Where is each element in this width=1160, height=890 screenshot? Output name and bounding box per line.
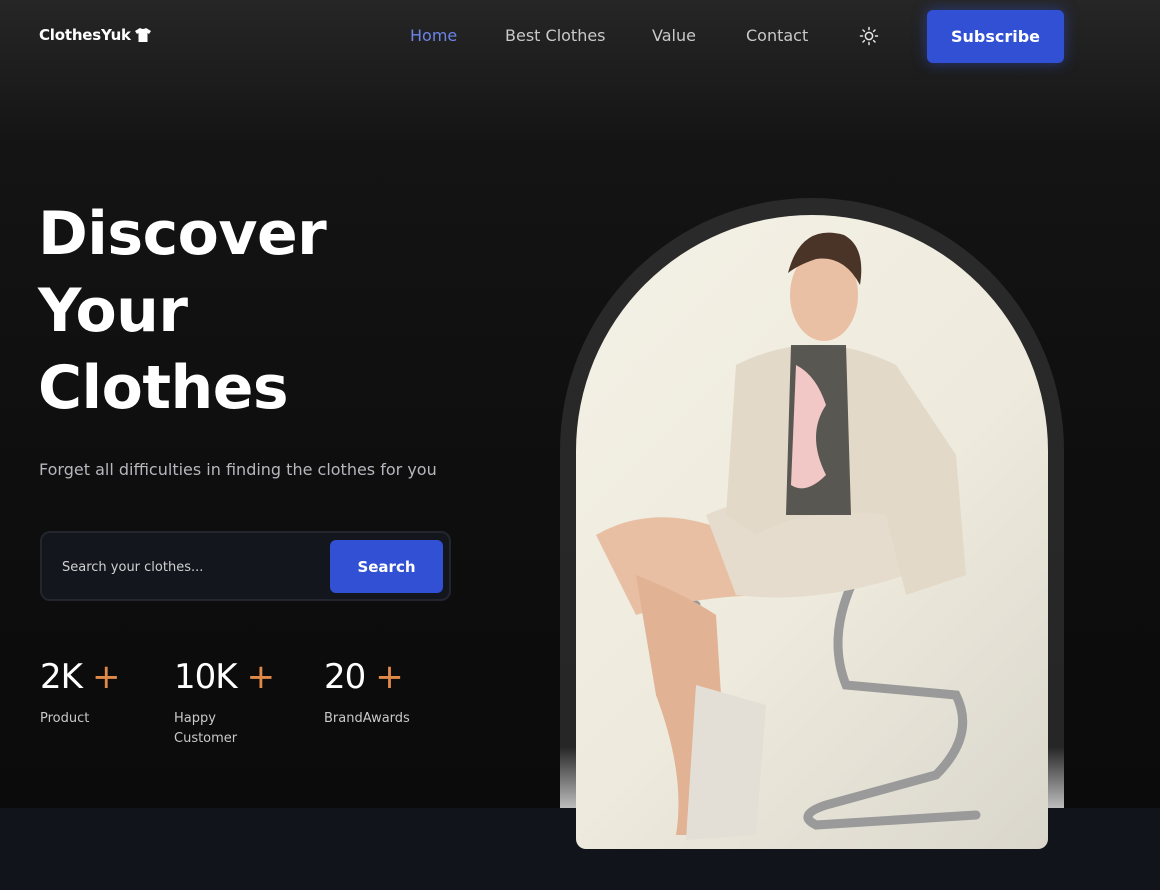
tshirt-icon — [134, 28, 151, 42]
search-input[interactable] — [62, 553, 322, 581]
stat-label: Happy Customer — [174, 711, 238, 746]
nav-link-home[interactable]: Home — [410, 26, 457, 45]
brand-logo[interactable]: ClothesYuk — [39, 26, 151, 44]
hero-model-photo — [576, 215, 1048, 849]
headline-line-2: Your — [38, 276, 188, 346]
stat-label: Product — [40, 711, 90, 726]
hero-subtitle: Forget all difficulties in finding the c… — [39, 460, 437, 479]
subscribe-button[interactable]: Subscribe — [927, 10, 1064, 63]
search-button[interactable]: Search — [330, 540, 443, 593]
stat-value: 2K + — [40, 657, 120, 697]
headline-line-3: Clothes — [38, 353, 289, 423]
stat-happy-customer: 10K + Happy Customer — [174, 657, 275, 749]
logo-text: ClothesYuk — [39, 26, 131, 44]
stat-value: 10K + — [174, 657, 275, 697]
sun-icon[interactable] — [859, 26, 879, 46]
stat-product: 2K + Product — [40, 657, 120, 729]
stat-label: BrandAwards — [324, 711, 410, 726]
search-bar: Search — [40, 531, 451, 601]
nav-link-contact[interactable]: Contact — [746, 26, 808, 45]
hero-headline: Discover Your Clothes — [38, 196, 458, 427]
stat-value: 20 + — [324, 657, 404, 697]
nav-link-best-clothes[interactable]: Best Clothes — [505, 26, 606, 45]
stat-brand-awards: 20 + BrandAwards — [324, 657, 410, 729]
nav-link-value[interactable]: Value — [652, 26, 696, 45]
headline-line-1: Discover — [38, 199, 327, 269]
